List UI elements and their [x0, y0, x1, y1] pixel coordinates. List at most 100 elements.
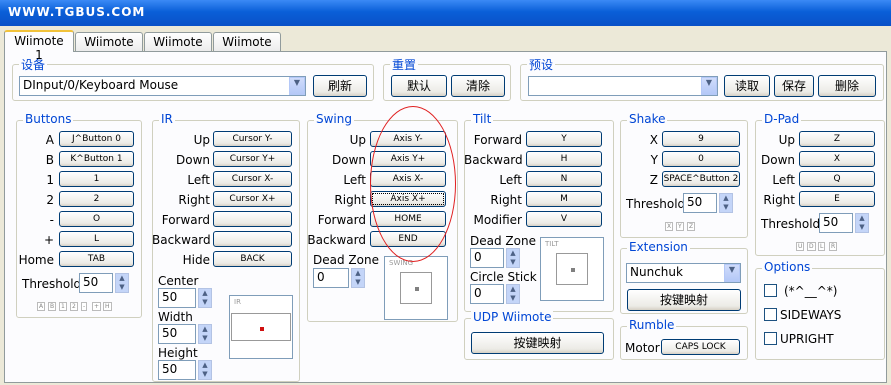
tilt-deadzone-spinner[interactable]: ▲ ▼ [506, 248, 520, 268]
tilt-modifier-label: Modifier [473, 213, 522, 227]
delete-button[interactable]: 删除 [818, 75, 876, 97]
clear-button[interactable]: 清除 [451, 75, 505, 97]
udp-group-title: UDP Wiimote [471, 310, 554, 324]
tilt-preview-caption: TILT [545, 240, 559, 248]
watermark-logo [755, 340, 885, 384]
button-1-mapping[interactable]: 1 [59, 171, 134, 187]
dpad-left-mapping[interactable]: Q [799, 171, 875, 187]
tilt-deadzone-input[interactable]: 0 [470, 248, 504, 268]
shake-x-label: X [649, 133, 658, 147]
preset-group-title: 预设 [527, 56, 556, 73]
ir-height-input[interactable]: 50 [158, 360, 196, 380]
tilt-right-mapping[interactable]: M [526, 191, 602, 207]
tilt-modifier-mapping[interactable]: V [526, 211, 602, 227]
ir-backward-label: Backward [152, 233, 211, 247]
ir-center-input[interactable]: 50 [158, 288, 196, 308]
mini-indicator: H [103, 302, 112, 311]
buttons-threshold-spinner[interactable]: ▲ ▼ [115, 273, 129, 293]
tilt-left-mapping[interactable]: N [526, 171, 602, 187]
highlight-oval [370, 106, 456, 262]
tilt-group-title: Tilt [471, 112, 494, 126]
ir-right-label: Right [178, 193, 210, 207]
shake-threshold-input[interactable]: 50 [683, 193, 717, 213]
mini-indicator: Y [676, 222, 684, 231]
buttons-group-title: Buttons [23, 112, 74, 126]
shake-threshold-spinner[interactable]: ▲ ▼ [719, 193, 733, 213]
shake-z-mapping[interactable]: SPACE^Button 2 [662, 171, 740, 187]
tab-wiimote-3[interactable]: Wiimote 3 [144, 32, 212, 63]
mini-indicator: B [48, 302, 57, 311]
button-plus-mapping[interactable]: L [59, 231, 134, 247]
swing-left-label: Left [343, 173, 366, 187]
mini-indicator: U [796, 242, 805, 251]
refresh-button[interactable]: 刷新 [313, 75, 367, 97]
mini-indicator: 1 [59, 302, 67, 311]
buttons-threshold-input[interactable]: 50 [79, 273, 113, 293]
ir-right-mapping[interactable]: Cursor X+ [213, 191, 292, 207]
button-plus-label: + [43, 233, 54, 247]
ir-height-spinner[interactable]: ▲ ▼ [198, 360, 212, 380]
chevron-down-icon[interactable]: ▼ [724, 264, 740, 282]
button-a-mapping[interactable]: J^Button 0 [59, 131, 134, 147]
swing-right-label: Right [334, 193, 366, 207]
chevron-down-icon[interactable]: ▼ [701, 77, 717, 95]
shake-x-mapping[interactable]: 9 [662, 131, 740, 147]
option-checkbox[interactable] [764, 284, 777, 297]
button-b-mapping[interactable]: K^Button 1 [59, 151, 134, 167]
tilt-circle-input[interactable]: 0 [470, 284, 504, 304]
mini-indicator: Z [687, 222, 696, 231]
ir-forward-mapping[interactable] [213, 211, 292, 227]
ir-width-input[interactable]: 50 [158, 324, 196, 344]
tab-wiimote-2[interactable]: Wiimote 2 [75, 32, 143, 63]
swing-deadzone-input[interactable]: 0 [313, 268, 349, 288]
shake-z-label: Z [649, 173, 658, 187]
button-2-mapping[interactable]: 2 [59, 191, 134, 207]
option-label: SIDEWAYS [780, 308, 842, 322]
swing-deadzone-spinner[interactable]: ▲ ▼ [351, 268, 365, 288]
tilt-forward-mapping[interactable]: Y [526, 131, 602, 147]
swing-deadzone-label: Dead Zone [313, 253, 379, 267]
tilt-preview: TILT [540, 237, 604, 301]
tab-wiimote-4[interactable]: Wiimote 4 [213, 32, 281, 63]
dpad-group-title: D-Pad [762, 112, 802, 126]
mini-indicator: X [665, 222, 674, 231]
button-minus-label: - [49, 213, 54, 227]
ir-hide-mapping[interactable]: BACK [213, 251, 292, 267]
tilt-backward-label: Backward [464, 153, 523, 167]
dpad-threshold-input[interactable]: 50 [819, 213, 853, 233]
device-select[interactable]: DInput/0/Keyboard Mouse [19, 76, 306, 96]
ir-down-mapping[interactable]: Cursor Y+ [213, 151, 292, 167]
shake-y-mapping[interactable]: 0 [662, 151, 740, 167]
extension-mapping-button[interactable]: 按键映射 [627, 289, 741, 311]
tilt-backward-mapping[interactable]: H [526, 151, 602, 167]
tilt-circle-label: Circle Stick [470, 270, 537, 284]
rumble-motor-label: Motor [625, 341, 660, 355]
rumble-motor-mapping[interactable]: CAPS LOCK [661, 339, 740, 355]
dpad-right-mapping[interactable]: E [799, 191, 875, 207]
ir-backward-mapping[interactable] [213, 231, 292, 247]
option-checkbox[interactable] [764, 308, 777, 321]
button-home-mapping[interactable]: TAB [59, 251, 134, 267]
dpad-left-label: Left [772, 173, 795, 187]
ir-down-label: Down [175, 153, 210, 167]
save-button[interactable]: 保存 [774, 75, 814, 97]
button-2-label: 2 [46, 193, 54, 207]
tab-wiimote-1[interactable]: Wiimote 1 [4, 30, 74, 62]
dpad-up-mapping[interactable]: Z [799, 131, 875, 147]
dpad-threshold-spinner[interactable]: ▲ ▼ [855, 213, 869, 233]
udp-mapping-button[interactable]: 按键映射 [471, 332, 604, 354]
ir-left-mapping[interactable]: Cursor X- [213, 171, 292, 187]
tilt-circle-spinner[interactable]: ▲ ▼ [506, 284, 520, 304]
shake-y-label: Y [650, 153, 658, 167]
default-button[interactable]: 默认 [391, 75, 447, 97]
chevron-down-icon[interactable]: ▼ [289, 77, 305, 95]
ir-center-spinner[interactable]: ▲ ▼ [198, 288, 212, 308]
ir-up-mapping[interactable]: Cursor Y- [213, 131, 292, 147]
button-minus-mapping[interactable]: O [59, 211, 134, 227]
ir-width-spinner[interactable]: ▲ ▼ [198, 324, 212, 344]
load-button[interactable]: 读取 [724, 75, 770, 97]
swing-group-title: Swing [314, 112, 354, 126]
dpad-down-mapping[interactable]: X [799, 151, 875, 167]
preset-select[interactable] [528, 76, 718, 96]
option-label: (*^__^*) [784, 284, 838, 298]
